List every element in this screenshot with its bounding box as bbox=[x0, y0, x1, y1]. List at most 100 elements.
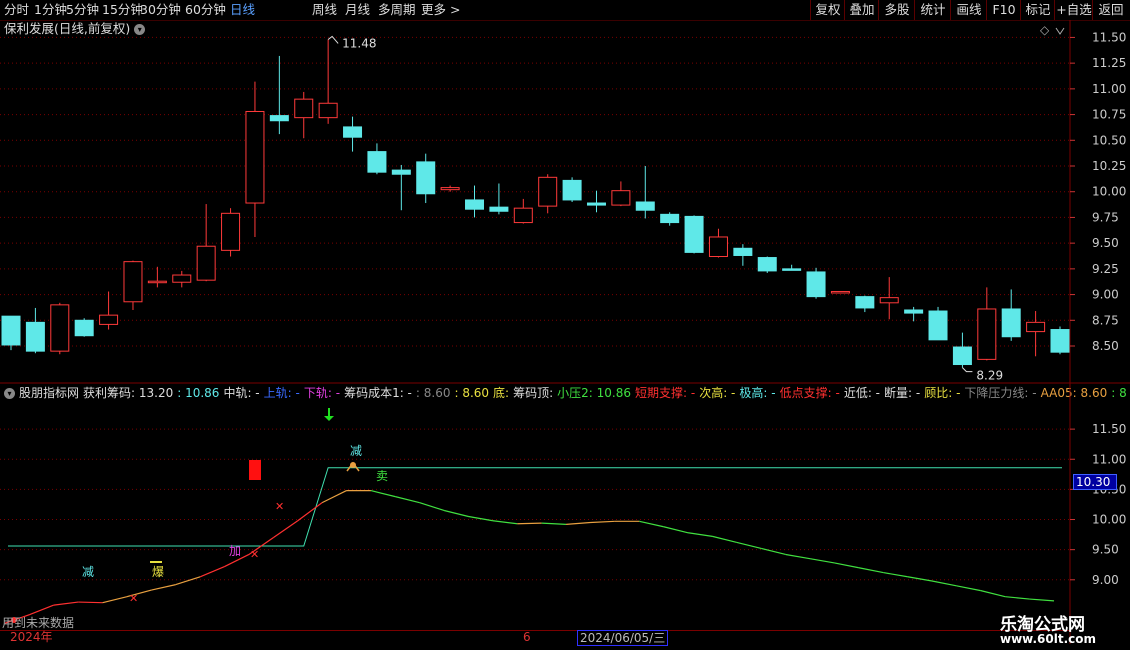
cost-line-segment bbox=[931, 580, 957, 587]
candle-body bbox=[879, 297, 899, 304]
candle-body bbox=[269, 115, 289, 122]
cost-line-segment bbox=[736, 541, 762, 550]
candle-body bbox=[928, 310, 948, 341]
cost-line-segment bbox=[687, 532, 713, 537]
y-tick-label: 10.50 bbox=[1092, 133, 1126, 147]
signal-bao: 爆 bbox=[152, 565, 164, 579]
candle-body bbox=[952, 346, 972, 366]
cost-line-segment bbox=[517, 522, 542, 525]
candle-body bbox=[416, 161, 436, 195]
candle-body bbox=[123, 261, 143, 303]
current-value-badge: 10.30 bbox=[1073, 474, 1117, 490]
cost-line-segment bbox=[53, 601, 79, 606]
y-tick-label: 10.75 bbox=[1092, 108, 1126, 122]
candle-body bbox=[684, 215, 704, 253]
cost-line-segment bbox=[199, 565, 225, 578]
candle-body bbox=[562, 179, 582, 201]
cross-mark-icon: ✕ bbox=[129, 592, 138, 605]
cost-line-segment bbox=[956, 585, 981, 592]
y-tick-label: 10.25 bbox=[1092, 159, 1126, 173]
cost-line-segment bbox=[395, 496, 420, 504]
diamond-icon: ◇ bbox=[1040, 23, 1050, 37]
date-axis-month: 6 bbox=[523, 630, 531, 644]
y-tick-label: 9.50 bbox=[1092, 543, 1119, 557]
cost-line-segment bbox=[492, 520, 518, 525]
y-tick-label: 8.50 bbox=[1092, 339, 1119, 353]
down-arrow-icon bbox=[324, 416, 334, 421]
y-tick-label: 8.75 bbox=[1092, 313, 1119, 327]
cost-line-segment bbox=[1029, 598, 1055, 602]
candle-body bbox=[977, 308, 997, 360]
candle-body bbox=[74, 319, 94, 337]
low-marker bbox=[962, 367, 973, 373]
y-tick-label: 9.00 bbox=[1092, 573, 1119, 587]
low-label: 8.29 bbox=[976, 369, 1003, 383]
cost-line-segment bbox=[712, 535, 738, 544]
candle-body bbox=[855, 296, 875, 309]
y-tick-label: 10.00 bbox=[1092, 513, 1126, 527]
date-cursor-box: 2024/06/05/三 bbox=[577, 630, 669, 646]
y-tick-label: 11.25 bbox=[1092, 56, 1126, 70]
candle-body bbox=[391, 169, 411, 175]
candle-body bbox=[782, 268, 802, 271]
high-label: 11.48 bbox=[342, 36, 376, 50]
watermark-url: www.60lt.com bbox=[1000, 632, 1097, 646]
candle-body bbox=[294, 98, 314, 119]
cost-line-segment bbox=[590, 520, 615, 524]
candle-body bbox=[904, 309, 924, 314]
cost-line-segment bbox=[907, 576, 933, 582]
candle-body bbox=[367, 151, 387, 173]
date-axis bbox=[0, 630, 1070, 645]
candle-body bbox=[1050, 329, 1070, 353]
signal-jian: 减 bbox=[82, 565, 94, 579]
cost-line-segment bbox=[1005, 596, 1030, 600]
candle-body bbox=[635, 201, 655, 211]
candle-body bbox=[465, 199, 485, 210]
signal-jia: 加 bbox=[229, 544, 241, 558]
cost-line-segment bbox=[566, 521, 591, 525]
cost-line-segment bbox=[761, 547, 786, 556]
y-tick-label: 11.50 bbox=[1092, 422, 1126, 436]
cross-mark-icon: ✕ bbox=[275, 500, 284, 513]
cost-line-segment bbox=[273, 520, 299, 539]
y-tick-label: 11.00 bbox=[1092, 82, 1126, 96]
candle-body bbox=[245, 110, 265, 204]
cost-line-segment bbox=[443, 509, 469, 518]
signal-mai: 卖 bbox=[376, 469, 388, 483]
candle-body bbox=[708, 236, 728, 258]
chevron-down-icon bbox=[1055, 27, 1065, 35]
cross-mark-icon: ✕ bbox=[250, 548, 259, 561]
y-tick-label: 11.00 bbox=[1092, 452, 1126, 466]
candle-body bbox=[50, 304, 70, 352]
candle-body bbox=[1026, 321, 1046, 333]
red-block-marker bbox=[249, 460, 261, 480]
cost-line-segment bbox=[175, 576, 201, 586]
cost-line-segment bbox=[785, 553, 811, 560]
candle-body bbox=[440, 187, 460, 191]
cost-line-segment bbox=[370, 490, 396, 498]
candle-body bbox=[318, 102, 338, 119]
date-axis-year: 2024年 bbox=[10, 630, 53, 644]
candle-body bbox=[806, 271, 826, 298]
y-tick-label: 11.50 bbox=[1092, 30, 1126, 44]
candle-body bbox=[733, 247, 753, 256]
chip-step-line bbox=[8, 467, 1062, 547]
cost-line-segment bbox=[663, 526, 689, 534]
future-data-note: 用到未来数据 bbox=[2, 616, 75, 630]
cost-line-segment bbox=[419, 502, 445, 512]
candle-body bbox=[196, 245, 216, 281]
candle-body bbox=[99, 314, 119, 325]
candle-body bbox=[830, 290, 850, 294]
cost-line-segment bbox=[102, 596, 128, 604]
candle-body bbox=[513, 207, 533, 224]
candle-body bbox=[611, 190, 631, 206]
candle-body bbox=[147, 280, 167, 284]
cost-line-segment bbox=[297, 502, 323, 522]
cost-line-segment bbox=[980, 590, 1006, 598]
candle-body bbox=[586, 202, 606, 206]
cost-line-segment bbox=[151, 584, 176, 591]
cost-line-segment bbox=[468, 515, 494, 522]
kline-chart[interactable]: 11.50 11.25 11.00 10.75 10.50 10.25 10.00 9.75 9… bbox=[0, 0, 1130, 650]
cost-line-segment bbox=[541, 522, 567, 525]
candle-body bbox=[25, 321, 45, 352]
